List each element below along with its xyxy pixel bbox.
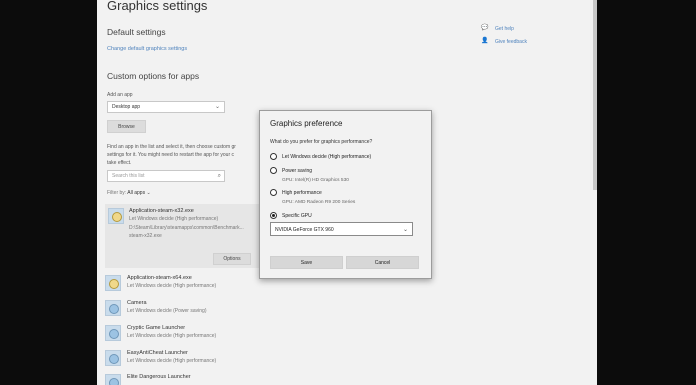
filter-label: Filter by: bbox=[107, 190, 127, 196]
option-label: Let Windows decide (High performance) bbox=[282, 154, 372, 160]
filter-dropdown[interactable]: Filter by: All apps ⌄ bbox=[107, 190, 151, 196]
instructions-line-2: settings for it. You might need to resta… bbox=[107, 152, 235, 158]
app-status: Let Windows decide (High performance) bbox=[129, 216, 219, 222]
instructions-line-3: take effect. bbox=[107, 160, 132, 166]
app-icon bbox=[105, 275, 121, 291]
search-icon: ⌕ bbox=[217, 173, 221, 179]
option-label: Power saving bbox=[282, 168, 313, 174]
app-icon bbox=[105, 350, 121, 366]
option-label: Specific GPU bbox=[282, 213, 312, 219]
search-input[interactable]: Search this list ⌕ bbox=[107, 170, 225, 182]
options-button[interactable]: Options bbox=[213, 253, 251, 265]
add-app-label: Add an app bbox=[107, 92, 133, 98]
app-type-value: Desktop app bbox=[112, 104, 141, 110]
default-settings-heading: Default settings bbox=[107, 27, 166, 37]
option-gpu-info: GPU: Intel(R) HD Graphics 530 bbox=[282, 178, 349, 183]
app-status: Let Windows decide (Power saving) bbox=[127, 308, 207, 314]
app-path-line-2: steam-x32.exe bbox=[129, 233, 162, 239]
help-icon: 💬 bbox=[481, 25, 489, 31]
radio-let-windows-decide[interactable] bbox=[270, 153, 277, 160]
app-name: Cryptic Game Launcher bbox=[127, 325, 186, 331]
browse-button[interactable]: Browse bbox=[107, 120, 146, 133]
radio-specific-gpu[interactable] bbox=[270, 212, 277, 219]
search-placeholder: Search this list bbox=[112, 173, 145, 179]
app-status: Let Windows decide (High performance) bbox=[127, 283, 217, 289]
filter-value: All apps bbox=[127, 190, 146, 196]
graphics-preference-dialog: Graphics preference What do you prefer f… bbox=[259, 110, 432, 279]
chevron-down-icon: ⌄ bbox=[146, 190, 151, 196]
app-icon bbox=[108, 208, 124, 224]
option-label: High performance bbox=[282, 190, 322, 196]
scrollbar[interactable] bbox=[593, 0, 597, 190]
app-status: Let Windows decide (High performance) bbox=[127, 333, 217, 339]
app-name: Camera bbox=[127, 300, 147, 306]
save-button[interactable]: Save bbox=[270, 256, 343, 269]
custom-options-heading: Custom options for apps bbox=[107, 71, 200, 81]
app-type-dropdown[interactable]: Desktop app ⌄ bbox=[107, 101, 225, 113]
page-title: Graphics settings bbox=[107, 0, 208, 13]
get-help-link[interactable]: Get help bbox=[495, 26, 514, 32]
app-name: EasyAntiCheat Launcher bbox=[127, 350, 188, 356]
dialog-title: Graphics preference bbox=[270, 119, 343, 128]
app-name: Application-steam-x32.exe bbox=[129, 208, 194, 214]
feedback-icon: 👤 bbox=[481, 38, 489, 44]
camera-icon bbox=[105, 300, 121, 316]
radio-power-saving[interactable] bbox=[270, 167, 277, 174]
give-feedback-link[interactable]: Give feedback bbox=[495, 39, 527, 45]
chevron-down-icon: ⌄ bbox=[214, 104, 220, 110]
option-gpu-info: GPU: AMD Radeon R9 200 Series bbox=[282, 200, 356, 205]
app-icon bbox=[105, 325, 121, 341]
change-default-link[interactable]: Change default graphics settings bbox=[107, 46, 187, 52]
chevron-down-icon: ⌄ bbox=[402, 227, 408, 233]
app-icon bbox=[105, 374, 121, 385]
gpu-dropdown[interactable]: NVIDIA GeForce GTX 960 ⌄ bbox=[270, 222, 413, 236]
cancel-button[interactable]: Cancel bbox=[346, 256, 419, 269]
instructions-line-1: Find an app in the list and select it, t… bbox=[107, 144, 236, 150]
app-path-line-1: D:\Steam\Library\steamapps\common\Benchm… bbox=[129, 225, 244, 231]
gpu-value: NVIDIA GeForce GTX 960 bbox=[275, 227, 334, 233]
app-name: Application-steam-x64.exe bbox=[127, 275, 192, 281]
radio-high-performance[interactable] bbox=[270, 189, 277, 196]
app-name: Elite Dangerous Launcher bbox=[127, 374, 191, 380]
dialog-question: What do you prefer for graphics performa… bbox=[270, 139, 373, 145]
app-status: Let Windows decide (High performance) bbox=[127, 358, 217, 364]
